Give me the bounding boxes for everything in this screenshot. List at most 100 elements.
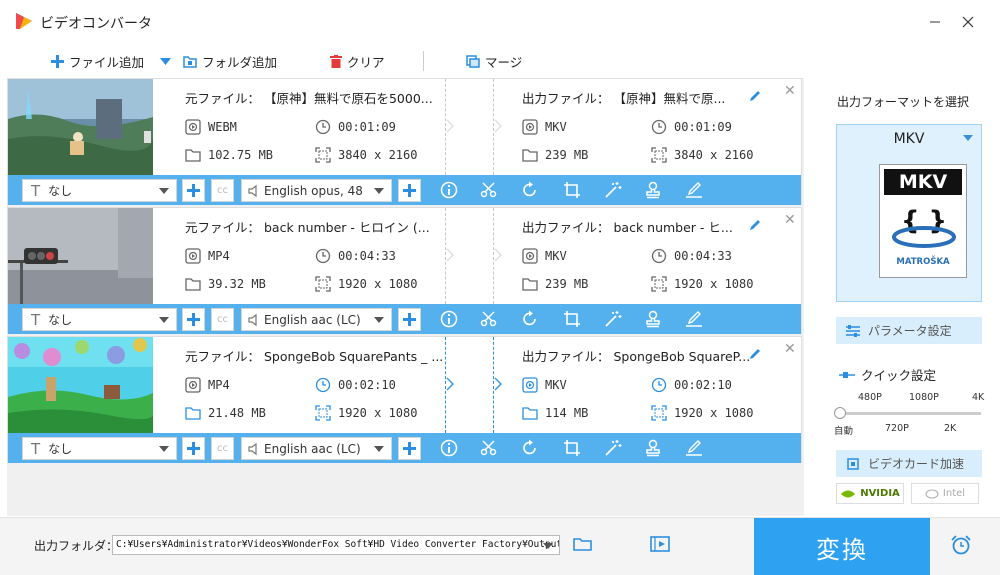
slider-icon — [839, 371, 855, 378]
cc-icon[interactable]: cc — [211, 308, 234, 331]
folder-icon — [183, 56, 197, 68]
rotate-icon[interactable] — [521, 310, 539, 328]
video-thumbnail[interactable] — [8, 208, 153, 304]
text-icon: T — [31, 439, 41, 458]
plus-icon — [403, 184, 416, 197]
remove-item-button[interactable]: ✕ — [784, 212, 796, 228]
output-size-value: 114 MB — [545, 406, 589, 420]
remove-item-button[interactable]: ✕ — [784, 83, 796, 99]
add-folder-button[interactable]: フォルダ追加 — [183, 52, 277, 71]
cut-icon[interactable] — [480, 310, 498, 328]
audio-track-value: English opus, 48 — [264, 183, 363, 198]
text-icon: T — [31, 181, 41, 200]
output-folder-label: 出力フォルダ： — [34, 539, 119, 553]
rotate-icon[interactable] — [521, 181, 539, 199]
add-audio-button[interactable] — [398, 437, 421, 460]
source-duration: 00:04:33 — [315, 248, 396, 264]
edit-icon[interactable] — [748, 218, 762, 232]
open-folder-icon[interactable] — [573, 536, 593, 552]
subtitle-value: なし — [48, 313, 73, 327]
clear-button[interactable]: クリア — [330, 52, 385, 71]
info-icon[interactable] — [440, 181, 458, 199]
cut-icon[interactable] — [480, 181, 498, 199]
edit-icon[interactable] — [748, 89, 762, 103]
format-selector[interactable]: MKV MKV { } MATROŠKA — [836, 124, 982, 302]
file-item[interactable]: 元ファイル： back number - ヒロイン (... MP4 00:04… — [7, 207, 802, 334]
edit-subtitle-icon[interactable] — [685, 181, 703, 199]
chevron-right-icon — [445, 377, 455, 391]
crop-icon[interactable] — [563, 439, 581, 457]
add-subtitle-button[interactable] — [182, 179, 205, 202]
source-resolution: 3840 x 2160 — [315, 147, 417, 163]
video-format-icon — [185, 119, 201, 135]
output-size: 239 MB — [522, 147, 588, 163]
output-duration-value: 00:04:33 — [674, 249, 732, 263]
toolbar: ファイル追加 フォルダ追加 クリア マージ — [0, 44, 1000, 78]
audio-track-value: English aac (LC) — [264, 441, 361, 456]
add-file-dropdown-icon[interactable] — [160, 58, 171, 65]
add-audio-button[interactable] — [398, 308, 421, 331]
info-icon[interactable] — [440, 310, 458, 328]
alarm-clock-icon[interactable] — [950, 534, 972, 556]
add-subtitle-button[interactable] — [182, 437, 205, 460]
file-item[interactable]: 元ファイル： 【原神】無料で原石を5000... WEBM 00:01:09 1… — [7, 78, 802, 205]
parameter-settings-button[interactable]: パラメータ設定 — [836, 317, 982, 344]
effects-wand-icon[interactable] — [604, 310, 622, 328]
output-format: MKV — [522, 119, 567, 135]
crop-icon[interactable] — [563, 181, 581, 199]
output-duration: 00:01:09 — [651, 119, 732, 135]
crop-icon[interactable] — [563, 310, 581, 328]
audio-track-select[interactable]: English aac (LC) — [241, 437, 392, 460]
quality-slider-track[interactable] — [839, 412, 981, 415]
watermark-stamp-icon[interactable] — [644, 181, 662, 199]
subtitle-select[interactable]: T なし — [22, 308, 177, 331]
edit-subtitle-icon[interactable] — [685, 310, 703, 328]
add-audio-button[interactable] — [398, 179, 421, 202]
video-thumbnail[interactable] — [8, 337, 153, 433]
source-format: MP4 — [185, 248, 230, 264]
quality-slider-handle[interactable] — [834, 407, 846, 419]
file-list: 元ファイル： 【原神】無料で原石を5000... WEBM 00:01:09 1… — [7, 78, 804, 516]
cc-icon[interactable]: cc — [211, 179, 234, 202]
gpu-acceleration-button[interactable]: ビデオカード加速 — [836, 450, 982, 477]
video-preview-icon[interactable] — [650, 535, 670, 553]
video-format-icon — [522, 119, 538, 135]
quality-label-2k: 2K — [944, 423, 957, 434]
chip-icon — [847, 457, 859, 470]
remove-item-button[interactable]: ✕ — [784, 341, 796, 357]
edit-subtitle-icon[interactable] — [685, 439, 703, 457]
toolbar-divider — [423, 51, 424, 71]
add-file-button[interactable]: ファイル追加 — [51, 52, 144, 71]
watermark-stamp-icon[interactable] — [644, 310, 662, 328]
output-size-value: 239 MB — [545, 148, 589, 162]
audio-track-select[interactable]: English opus, 48 — [241, 179, 392, 202]
cc-icon[interactable]: cc — [211, 437, 234, 460]
effects-wand-icon[interactable] — [604, 439, 622, 457]
effects-wand-icon[interactable] — [604, 181, 622, 199]
intel-toggle[interactable]: Intel — [911, 483, 979, 504]
rotate-icon[interactable] — [521, 439, 539, 457]
edit-icon[interactable] — [748, 347, 762, 361]
nvidia-toggle[interactable]: NVIDIA — [836, 483, 904, 504]
info-icon[interactable] — [440, 439, 458, 457]
close-window-button[interactable] — [961, 15, 975, 29]
output-format-value: MKV — [545, 249, 567, 263]
add-subtitle-button[interactable] — [182, 308, 205, 331]
minimize-button[interactable] — [928, 15, 942, 29]
chevron-down-icon[interactable] — [963, 135, 973, 141]
video-thumbnail[interactable] — [8, 79, 153, 175]
bottom-bar: 出力フォルダ： C:¥Users¥Administrator¥Videos¥Wo… — [0, 517, 1000, 575]
cut-icon[interactable] — [480, 439, 498, 457]
chevron-down-icon[interactable] — [543, 543, 553, 549]
file-item[interactable]: 元ファイル： SpongeBob SquarePants _ ... MP4 0… — [7, 336, 802, 463]
merge-button[interactable]: マージ — [466, 52, 522, 71]
subtitle-select[interactable]: T なし — [22, 437, 177, 460]
audio-track-select[interactable]: English aac (LC) — [241, 308, 392, 331]
quality-label-1080p: 1080P — [909, 392, 939, 403]
convert-button[interactable]: 変換 — [754, 518, 930, 575]
item-toolbar: T なし cc English opus, 48 — [8, 175, 801, 205]
output-path-field[interactable]: C:¥Users¥Administrator¥Videos¥WonderFox … — [112, 535, 560, 555]
output-file-name: 出力ファイル： back number - ヒ... — [522, 220, 733, 235]
watermark-stamp-icon[interactable] — [644, 439, 662, 457]
subtitle-select[interactable]: T なし — [22, 179, 177, 202]
